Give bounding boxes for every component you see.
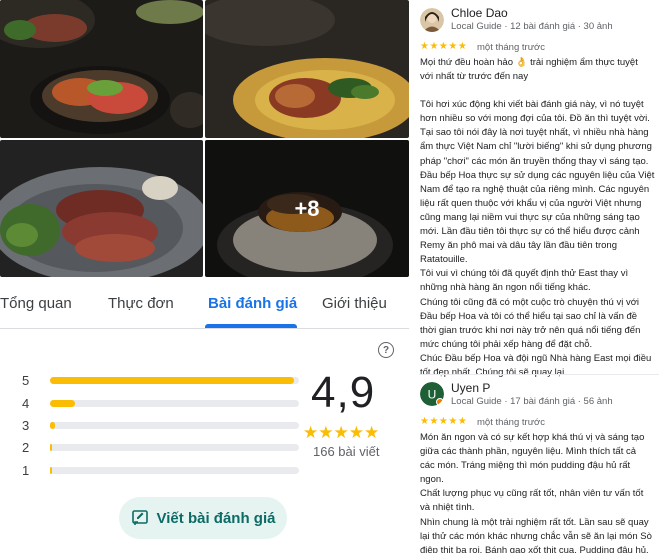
avatar-letter: U — [428, 388, 437, 402]
help-icon[interactable]: ? — [378, 342, 394, 358]
review-text-line: Remy ăn phô mai và dâu tây lần đầu tiên … — [420, 240, 617, 252]
review-stars: ★★★★★ — [420, 41, 468, 52]
histogram-track — [50, 444, 299, 451]
review-time: một tháng trước — [477, 42, 546, 53]
review-text-line: hơn nhiều so với mong đợi của tôi. Đồ ăn… — [420, 113, 650, 125]
histogram-label: 2 — [22, 440, 30, 455]
review-text-line: Chúc Đầu bếp Hoa và đội ngũ Nhà hàng Eas… — [420, 352, 652, 364]
review-text-line: Ratatouille. — [420, 254, 468, 266]
review-text: Mọi thứ đều hoàn hảo 👌 trải nghiệm ẩm th… — [420, 56, 660, 380]
review-text-line: Nhìn chung là một trải nghiệm rất tốt. L… — [420, 516, 649, 528]
histogram-row-4: 4 — [22, 396, 299, 411]
reviews-list: Chloe Dao Local Guide · 12 bài đánh giá … — [413, 0, 664, 553]
histogram-track — [50, 377, 299, 384]
histogram-fill — [50, 422, 55, 429]
review-text-line — [420, 84, 660, 98]
review-text-line: điệp thịt ba rọi, Bánh gạo xốt thịt cua,… — [420, 544, 649, 553]
reviewer-name[interactable]: Uyen P — [451, 381, 490, 395]
histogram-label: 4 — [22, 396, 30, 411]
review-text-line: liệu rất quen thuộc với khẩu vị của ngườ… — [420, 197, 642, 209]
review-text-line: mới. Lần đầu tiên tôi thực sự có thể hiể… — [420, 226, 640, 238]
reviewer-meta: Local Guide · 12 bài đánh giá · 30 ảnh — [451, 21, 613, 32]
review-text-line: Tại sao tôi nói đây là nơi tuyệt nhất, v… — [420, 127, 649, 139]
review-text-line: Nam để tạo ra nghệ thuật của riêng mình.… — [420, 183, 650, 195]
food-photo-3[interactable] — [0, 140, 203, 277]
review-text-line: Đầu bếp Hoa và tôi có thể hiểu tại sao c… — [420, 310, 638, 322]
food-photo-2[interactable] — [205, 0, 409, 138]
food-photo-1[interactable] — [0, 0, 203, 138]
place-reviews-panel: +8 Tổng quan Thực đơn Bài đánh giá Giới … — [0, 0, 409, 553]
review-count[interactable]: 166 bài viết — [313, 444, 380, 459]
edit-review-icon — [131, 510, 148, 525]
food-photo-4[interactable]: +8 — [205, 140, 409, 277]
write-review-button[interactable]: Viết bài đánh giá — [119, 497, 287, 539]
reviewer-name[interactable]: Chloe Dao — [451, 6, 508, 20]
tab-menu[interactable]: Thực đơn — [108, 295, 174, 312]
histogram-label: 1 — [22, 463, 30, 478]
review-text-line: ngon. — [420, 474, 444, 486]
review-text-line: các món. Tráng miệng thì món pudding đậu… — [420, 460, 631, 472]
review-text-line: và nhiệt tình. — [420, 502, 475, 514]
more-photos-count[interactable]: +8 — [205, 140, 409, 277]
histogram-fill — [50, 467, 53, 474]
review-time: một tháng trước — [477, 417, 546, 428]
review-text-line: Đầu bếp Hoa thực sự sử dụng các nguyên l… — [420, 169, 655, 181]
histogram-row-5: 5 — [22, 373, 299, 388]
tab-overview[interactable]: Tổng quan — [0, 295, 72, 312]
review-text-line: Chất lượng phục vụ cũng rất tốt, nhân vi… — [420, 488, 644, 500]
histogram-fill — [50, 377, 295, 384]
tab-reviews[interactable]: Bài đánh giá — [208, 295, 297, 312]
histogram-row-1: 1 — [22, 463, 299, 478]
tab-about[interactable]: Giới thiệu — [322, 295, 387, 312]
review-text-line: ẩm thực Việt Nam chỉ "lười biếng" khi sử… — [420, 141, 652, 153]
histogram-fill — [50, 444, 53, 451]
reviewer-meta: Local Guide · 17 bài đánh giá · 56 ảnh — [451, 396, 613, 407]
histogram-label: 3 — [22, 418, 30, 433]
write-review-label: Viết bài đánh giá — [156, 509, 276, 527]
active-tab-indicator — [205, 324, 297, 328]
tab-bar: Tổng quan Thực đơn Bài đánh giá Giới thi… — [0, 278, 409, 329]
review-text-line: pháp "chơi" các món ăn truyền thống thay… — [420, 155, 649, 167]
review-text-line: Món ăn ngon và có sự kết hợp khá thú vị … — [420, 432, 645, 443]
histogram-track — [50, 422, 299, 429]
review-text-line: Tôi hơi xúc động khi viết bài đánh giá n… — [420, 99, 644, 111]
review-text-line: với nhất từ trước đến nay — [420, 71, 529, 83]
review-divider — [419, 374, 659, 375]
review-text-line: Mọi thứ đều hoàn hảo 👌 trải nghiệm ẩm th… — [420, 57, 638, 68]
review-text-line: cũng mang lại niềm vui thực sự của những… — [420, 211, 640, 223]
review-text-line: những nhà hàng ăn ngon nổi tiếng khác. — [420, 282, 591, 294]
review-text-line: Tôi vui vì chúng tôi đã quyết định thử E… — [420, 268, 629, 280]
histogram-fill — [50, 400, 75, 407]
review-text-line: thời gian trước khi nơi này trở nên quá … — [420, 324, 641, 336]
review-stars: ★★★★★ — [420, 416, 468, 427]
histogram-label: 5 — [22, 373, 30, 388]
histogram-track — [50, 400, 299, 407]
avatar[interactable]: U — [420, 382, 444, 406]
histogram-row-2: 2 — [22, 440, 299, 455]
review-text-line: Chúng tôi cũng đã có một cuộc trò chuyện… — [420, 296, 640, 308]
review-text-line: lại thử các món khác nhưng chắc vẫn sẽ ă… — [420, 530, 652, 542]
review-text-line: mức chúng tôi phải xếp hàng để đặt chỗ. — [420, 338, 593, 350]
average-rating-stars: ★★★★★ — [303, 423, 380, 442]
average-rating: 4,9 — [311, 368, 376, 417]
histogram-track — [50, 467, 299, 474]
review-text: Món ăn ngon và có sự kết hợp khá thú vị … — [420, 431, 660, 553]
review-text-line: giữa các thành phần, nguyên liệu. Mình t… — [420, 446, 637, 458]
histogram-row-3: 3 — [22, 418, 299, 433]
avatar[interactable] — [420, 8, 444, 32]
